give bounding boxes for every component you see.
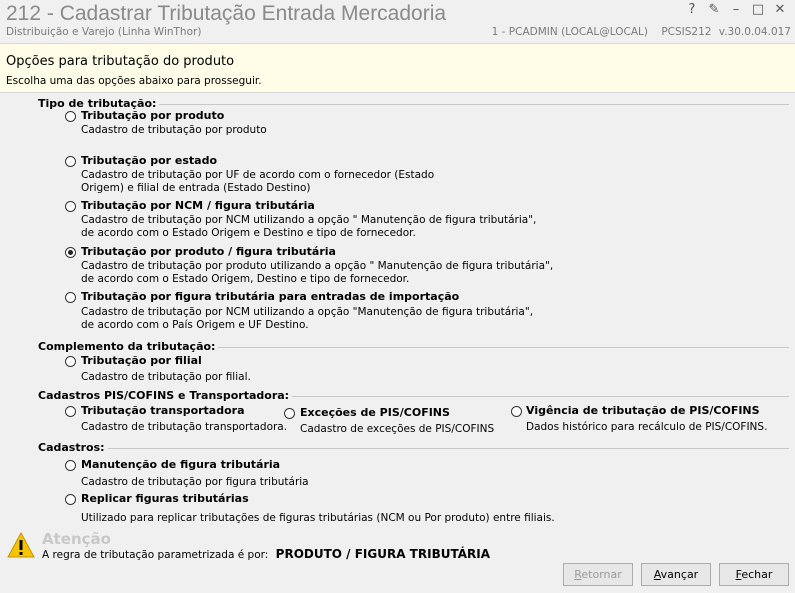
section-cadastros-label: Cadastros: — [38, 441, 108, 454]
radio-replicar[interactable] — [65, 494, 76, 505]
option-desc-replicar: Utilizado para replicar tributações de f… — [81, 512, 555, 524]
radio-importacao[interactable] — [65, 292, 76, 303]
header-panel: Opções para tributação do produto Escolh… — [0, 43, 795, 93]
option-desc-produto: Cadastro de tributação por produto — [81, 124, 267, 136]
option-desc-produto-figura-1: Cadastro de tributação por produto utili… — [81, 260, 554, 272]
minimize-icon[interactable]: – — [727, 2, 745, 18]
option-desc-ncm-1: Cadastro de tributação por NCM utilizand… — [81, 214, 537, 226]
radio-transportadora[interactable] — [65, 406, 76, 417]
header-description: Escolha uma das opções abaixo para pross… — [6, 75, 262, 87]
option-title-filial[interactable]: Tributação por filial — [81, 354, 202, 367]
option-desc-estado-2: Origem) e filial de entrada (Estado Dest… — [81, 182, 311, 194]
option-title-excecoes[interactable]: Exceções de PIS/COFINS — [300, 406, 450, 419]
version-label: v.30.0.04.017 — [718, 26, 791, 38]
option-title-ncm[interactable]: Tributação por NCM / figura tributária — [81, 199, 315, 212]
option-title-estado[interactable]: Tributação por estado — [81, 154, 217, 167]
section-pis-label: Cadastros PIS/COFINS e Transportadora: — [38, 389, 293, 402]
section-divider — [272, 396, 789, 397]
option-desc-vigencia: Dados histórico para recálculo de PIS/CO… — [526, 421, 768, 433]
option-title-importacao[interactable]: Tributação por figura tributária para en… — [81, 290, 459, 303]
option-title-transportadora[interactable]: Tributação transportadora — [81, 404, 245, 417]
option-desc-excecoes: Cadastro de exceções de PIS/COFINS — [300, 423, 495, 435]
warning-title: Atenção — [42, 530, 111, 548]
retornar-button[interactable]: Retornar — [563, 563, 633, 586]
user-info: 1 - PCADMIN (LOCAL@LOCAL) — [491, 26, 648, 38]
section-divider — [150, 104, 789, 105]
option-desc-transportadora: Cadastro de tributação transportadora. — [81, 421, 288, 433]
fechar-label: echar — [741, 568, 773, 581]
radio-estado[interactable] — [65, 156, 76, 167]
option-desc-manutencao: Cadastro de tributação por figura tribut… — [81, 476, 309, 488]
option-desc-importacao-1: Cadastro de tributação por NCM utilizand… — [81, 306, 534, 318]
option-desc-filial: Cadastro de tributação por filial. — [81, 371, 251, 383]
maximize-icon[interactable]: □ — [749, 2, 767, 18]
avancar-button[interactable]: Avançar — [641, 563, 711, 586]
fechar-button[interactable]: Fechar — [719, 563, 789, 586]
avancar-mnemonic: A — [653, 568, 661, 581]
edit-icon[interactable]: ✎ — [705, 2, 723, 18]
option-title-replicar[interactable]: Replicar figuras tributárias — [81, 492, 249, 505]
window-controls: ? ✎ – □ ✕ — [683, 2, 789, 18]
title-bar: 212 - Cadastrar Tributação Entrada Merca… — [0, 0, 795, 42]
radio-filial[interactable] — [65, 356, 76, 367]
warning-value: PRODUTO / FIGURA TRIBUTÁRIA — [275, 547, 490, 561]
radio-produto[interactable] — [65, 111, 76, 122]
option-desc-importacao-2: de acordo com o País Origem e UF Destino… — [81, 319, 309, 331]
warning-message: A regra de tributação parametrizada é po… — [42, 547, 490, 561]
close-icon[interactable]: ✕ — [771, 2, 789, 18]
session-info: 1 - PCADMIN (LOCAL@LOCAL) PCSIS212 v.30.… — [482, 26, 791, 38]
avancar-label: vançar — [660, 568, 699, 581]
option-desc-estado-1: Cadastro de tributação por UF de acordo … — [81, 169, 435, 181]
radio-excecoes[interactable] — [284, 408, 295, 419]
option-desc-produto-figura-2: de acordo com o Estado Origem, Destino e… — [81, 273, 410, 285]
retornar-label: etornar — [581, 568, 622, 581]
header-title: Opções para tributação do produto — [6, 54, 235, 69]
radio-ncm[interactable] — [65, 201, 76, 212]
option-title-manutencao[interactable]: Manutenção de figura tributária — [81, 458, 280, 471]
option-title-produto-figura[interactable]: Tributação por produto / figura tributár… — [81, 245, 336, 258]
warning-icon — [7, 532, 35, 558]
radio-manutencao[interactable] — [65, 460, 76, 471]
option-title-produto[interactable]: Tributação por produto — [81, 109, 224, 122]
warning-text: A regra de tributação parametrizada é po… — [42, 549, 269, 561]
section-divider — [200, 347, 789, 348]
section-divider — [103, 448, 789, 449]
help-icon[interactable]: ? — [683, 2, 701, 18]
radio-produto-figura[interactable] — [65, 247, 76, 258]
window-subtitle: Distribuição e Varejo (Linha WinThor) — [6, 26, 202, 38]
module-code: PCSIS212 — [661, 26, 712, 38]
option-title-vigencia[interactable]: Vigência de tributação de PIS/COFINS — [526, 404, 760, 417]
radio-vigencia[interactable] — [511, 406, 522, 417]
section-tipo-label: Tipo de tributação: — [38, 97, 160, 110]
section-complemento-label: Complemento da tributação: — [38, 340, 219, 353]
window-title: 212 - Cadastrar Tributação Entrada Merca… — [6, 2, 447, 25]
option-desc-ncm-2: de acordo com o Estado Origem e Destino … — [81, 227, 416, 239]
